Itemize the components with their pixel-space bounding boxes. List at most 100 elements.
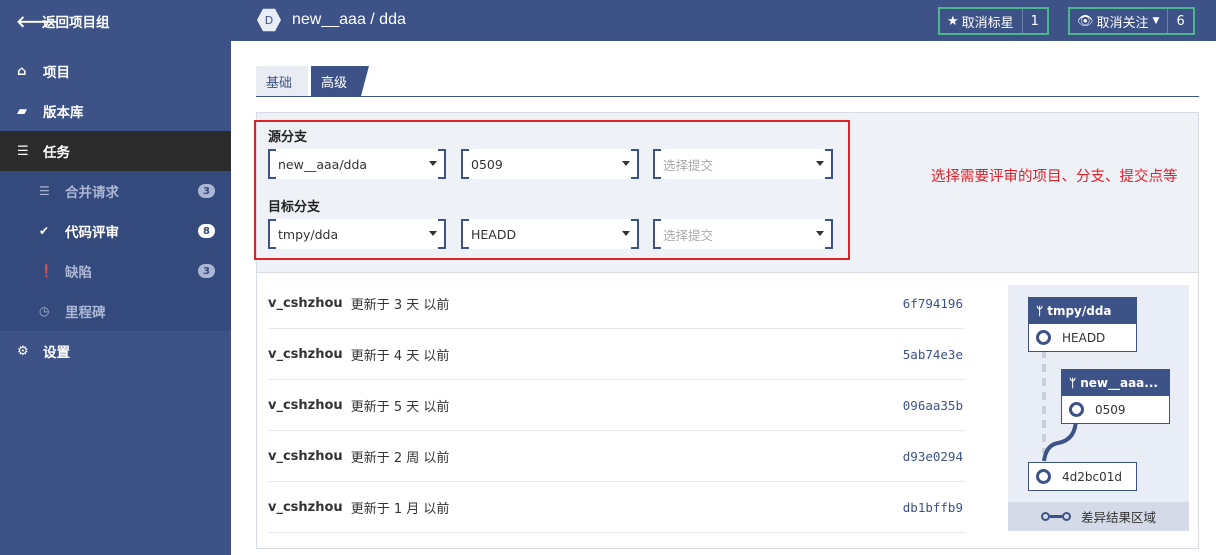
commit-time: 更新于 1 月 以前 — [350, 501, 450, 517]
commit-time: 更新于 3 天 以前 — [350, 297, 450, 313]
tasks-icon: ☰ — [17, 143, 29, 159]
target-branch-select[interactable]: HEADD — [461, 219, 639, 249]
review-panel: 源分支 new__aaa/dda 0509 选择提交 目标分支 tmpy/dda… — [254, 112, 1199, 549]
caret-down-icon — [622, 161, 630, 166]
sidebar-item-label: 任务 — [43, 145, 70, 161]
count-badge: 3 — [198, 264, 215, 278]
gears-icon: ⚙ — [17, 343, 29, 359]
sidebar-item-label: 合并请求 — [65, 185, 119, 201]
diff-result-area: 差异结果区域 — [1008, 502, 1189, 531]
sidebar-item-label: 里程碑 — [65, 305, 106, 321]
count-badge: 3 — [198, 184, 215, 198]
commit-time: 更新于 4 天 以前 — [350, 348, 450, 364]
select-value: HEADD — [471, 226, 517, 242]
caret-down-icon — [816, 161, 824, 166]
sidebar-item-label: 设置 — [43, 345, 70, 361]
folder-icon: ▰ — [17, 103, 27, 119]
back-to-group-link[interactable]: 🡐 返回项目组 — [0, 0, 231, 41]
node-branch-name: new__aaa... — [1080, 376, 1158, 390]
commit-row[interactable]: v_cshzhou 更新于 3 天 以前 6f794196 — [268, 278, 965, 329]
top-bar: 🡐 返回项目组 D new__aaa / dda ★ 取消标星 1 👁 取消关注 ▼ … — [0, 0, 1216, 41]
star-count: 1 — [1030, 13, 1039, 29]
tab-bar: 基础 高级 — [256, 66, 1199, 97]
sidebar-item-label: 项目 — [43, 65, 70, 81]
source-commit-select[interactable]: 选择提交 — [653, 149, 833, 179]
commit-author: v_cshzhou — [268, 499, 343, 515]
unstar-button[interactable]: ★ 取消标星 1 — [938, 7, 1049, 35]
commit-author: v_cshzhou — [268, 346, 343, 362]
node-ref: 4d2bc01d — [1062, 469, 1122, 484]
sidebar-item-label: 缺陷 — [65, 265, 92, 281]
commit-author: v_cshzhou — [268, 295, 343, 311]
sidebar-item-project[interactable]: ⌂ 项目 — [0, 51, 231, 91]
target-branch-label: 目标分支 — [268, 200, 321, 215]
alert-icon: ❗ — [39, 264, 54, 278]
sidebar: ⌂ 项目 ▰ 版本库 ☰ 任务 ☰ 合并请求 3 ✔ 代码评审 8 ❗ 缺陷 3… — [0, 41, 231, 555]
sidebar-item-repository[interactable]: ▰ 版本库 — [0, 91, 231, 131]
commit-hash[interactable]: db1bffb9 — [903, 500, 963, 515]
commit-hash[interactable]: d93e0294 — [903, 449, 963, 464]
tab-advanced[interactable]: 高级 — [311, 66, 369, 96]
source-branch-node[interactable]: ᛘ new__aaa... 0509 — [1061, 369, 1170, 424]
eye-icon: 👁 — [1077, 13, 1094, 29]
select-placeholder: 选择提交 — [663, 227, 714, 243]
node-branch-name: tmpy/dda — [1047, 304, 1112, 318]
merge-icon: ☰ — [39, 184, 50, 198]
select-value: tmpy/dda — [278, 226, 339, 242]
clock-icon: ◷ — [39, 304, 50, 318]
branch-icon: ᛘ — [1069, 376, 1077, 390]
commit-row[interactable]: v_cshzhou 更新于 5 天 以前 096aa35b — [268, 380, 965, 431]
caret-down-icon — [429, 161, 437, 166]
sidebar-item-label: 代码评审 — [65, 225, 119, 241]
branch-graph: ᛘ tmpy/dda HEADD ᛘ new__aaa... 0509 4d2bc0… — [1008, 285, 1189, 531]
commit-row[interactable]: v_cshzhou 更新于 2 周 以前 d93e0294 — [268, 431, 965, 482]
back-label: 返回项目组 — [42, 14, 110, 31]
count-badge: 8 — [198, 224, 215, 238]
target-project-select[interactable]: tmpy/dda — [268, 219, 446, 249]
unstar-label: 取消标星 — [961, 15, 1014, 31]
select-placeholder: 选择提交 — [663, 157, 714, 173]
commit-hash[interactable]: 6f794196 — [903, 296, 963, 311]
caret-down-icon — [622, 231, 630, 236]
commit-row[interactable]: v_cshzhou 更新于 1 月 以前 db1bffb9 — [268, 482, 965, 533]
branch-filters: 源分支 new__aaa/dda 0509 选择提交 目标分支 tmpy/dda… — [254, 113, 1198, 273]
select-value: 0509 — [471, 156, 503, 172]
sidebar-item-settings[interactable]: ⚙ 设置 — [0, 331, 231, 371]
source-branch-label: 源分支 — [268, 130, 308, 145]
sidebar-item-tasks[interactable]: ☰ 任务 — [0, 131, 231, 171]
select-value: new__aaa/dda — [278, 156, 368, 172]
node-ref: HEADD — [1062, 330, 1106, 345]
commit-author: v_cshzhou — [268, 397, 343, 413]
sidebar-item-milestones[interactable]: ◷ 里程碑 — [0, 291, 231, 331]
base-commit-node[interactable]: 4d2bc01d — [1028, 462, 1137, 491]
home-icon: ⌂ — [17, 63, 27, 79]
source-branch-select[interactable]: 0509 — [461, 149, 639, 179]
commit-time: 更新于 5 天 以前 — [350, 399, 450, 415]
target-branch-node[interactable]: ᛘ tmpy/dda HEADD — [1028, 297, 1137, 352]
branch-icon: ᛘ — [1036, 304, 1044, 318]
node-ref: 0509 — [1095, 402, 1126, 417]
unwatch-button[interactable]: 👁 取消关注 ▼ 6 — [1068, 7, 1195, 35]
target-commit-select[interactable]: 选择提交 — [653, 219, 833, 249]
commit-line-icon — [1040, 512, 1071, 521]
commit-hash[interactable]: 096aa35b — [903, 398, 963, 413]
diff-result-label: 差异结果区域 — [1080, 510, 1156, 525]
project-avatar: D — [257, 8, 281, 32]
commit-time: 更新于 2 周 以前 — [350, 450, 450, 466]
sidebar-item-defects[interactable]: ❗ 缺陷 3 — [0, 251, 231, 291]
sidebar-item-code-review[interactable]: ✔ 代码评审 8 — [0, 211, 231, 251]
project-name[interactable]: new__aaa / dda — [292, 11, 406, 29]
commit-author: v_cshzhou — [268, 448, 343, 464]
check-circle-icon: ✔ — [39, 224, 50, 238]
annotation-text: 选择需要评审的项目、分支、提交点等 — [931, 169, 1178, 185]
arrow-left-icon: 🡐 — [16, 11, 59, 31]
project-header: D new__aaa / dda — [257, 8, 406, 32]
caret-down-icon: ▼ — [1152, 16, 1160, 26]
source-project-select[interactable]: new__aaa/dda — [268, 149, 446, 179]
sidebar-item-merge-requests[interactable]: ☰ 合并请求 3 — [0, 171, 231, 211]
unwatch-label: 取消关注 — [1096, 15, 1149, 31]
tab-basic[interactable]: 基础 — [256, 66, 308, 96]
caret-down-icon — [429, 231, 437, 236]
commit-row[interactable]: v_cshzhou 更新于 4 天 以前 5ab74e3e — [268, 329, 965, 380]
commit-hash[interactable]: 5ab74e3e — [903, 347, 963, 362]
